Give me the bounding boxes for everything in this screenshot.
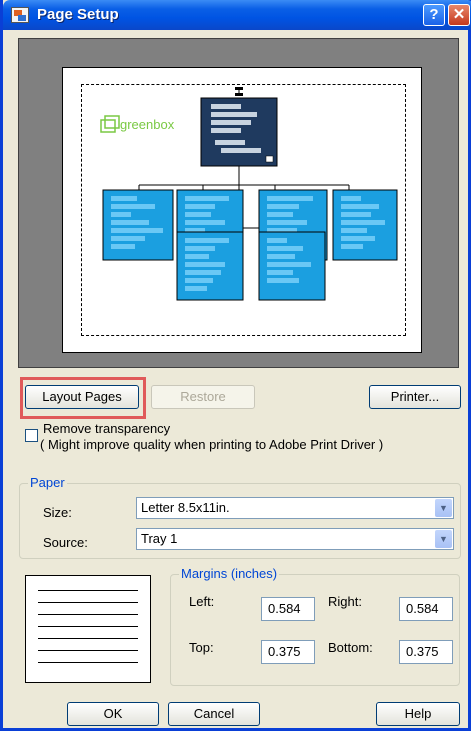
bottom-margin-label: Bottom:	[328, 640, 373, 655]
layout-pages-button[interactable]: Layout Pages	[25, 385, 139, 409]
chevron-down-icon[interactable]: ▼	[435, 499, 452, 517]
app-icon	[11, 7, 29, 23]
restore-button[interactable]: Restore	[151, 385, 255, 409]
pin-icon	[235, 87, 243, 96]
margins-group-title: Margins (inches)	[179, 566, 280, 581]
top-margin-field[interactable]: 0.375	[261, 640, 315, 664]
page-setup-dialog: Page Setup ? ✕ greenbox Layout Pages Res…	[0, 0, 471, 731]
greenbox-logo: greenbox	[100, 115, 175, 133]
paper-source-value: Tray 1	[141, 531, 178, 546]
paper-size-value: Letter 8.5x11in.	[141, 500, 230, 515]
dialog-title: Page Setup	[37, 6, 119, 23]
org-node-row2	[102, 189, 398, 261]
preview-page: greenbox	[62, 67, 422, 353]
right-margin-label: Right:	[328, 594, 362, 609]
paper-group-title: Paper	[28, 475, 67, 490]
printer-button[interactable]: Printer...	[369, 385, 461, 409]
org-chart-preview: greenbox	[100, 87, 398, 301]
top-margin-label: Top:	[189, 640, 214, 655]
margins-preview	[25, 575, 151, 683]
transparency-note: ( Might improve quality when printing to…	[40, 437, 384, 452]
close-title-button[interactable]: ✕	[448, 4, 470, 26]
bottom-margin-field[interactable]: 0.375	[399, 640, 453, 664]
left-margin-field[interactable]: 0.584	[261, 597, 315, 621]
help-button[interactable]: Help	[376, 702, 460, 726]
chevron-down-icon[interactable]: ▼	[435, 530, 452, 548]
margins-group: Margins (inches)	[170, 566, 460, 686]
remove-transparency-label: Remove transparency	[43, 421, 171, 436]
print-preview: greenbox	[18, 38, 459, 368]
paper-size-select[interactable]: Letter 8.5x11in. ▼	[136, 497, 454, 519]
cancel-button[interactable]: Cancel	[168, 702, 260, 726]
left-margin-label: Left:	[189, 594, 215, 609]
size-label: Size:	[43, 505, 72, 520]
ok-button[interactable]: OK	[67, 702, 159, 726]
right-margin-field[interactable]: 0.584	[399, 597, 453, 621]
help-title-button[interactable]: ?	[423, 4, 445, 26]
title-bar[interactable]: Page Setup ? ✕	[3, 0, 471, 30]
source-label: Source:	[43, 535, 88, 550]
logo-text: greenbox	[120, 117, 175, 132]
org-node-row3	[176, 231, 326, 301]
remove-transparency-checkbox[interactable]	[25, 429, 38, 442]
paper-source-select[interactable]: Tray 1 ▼	[136, 528, 454, 550]
